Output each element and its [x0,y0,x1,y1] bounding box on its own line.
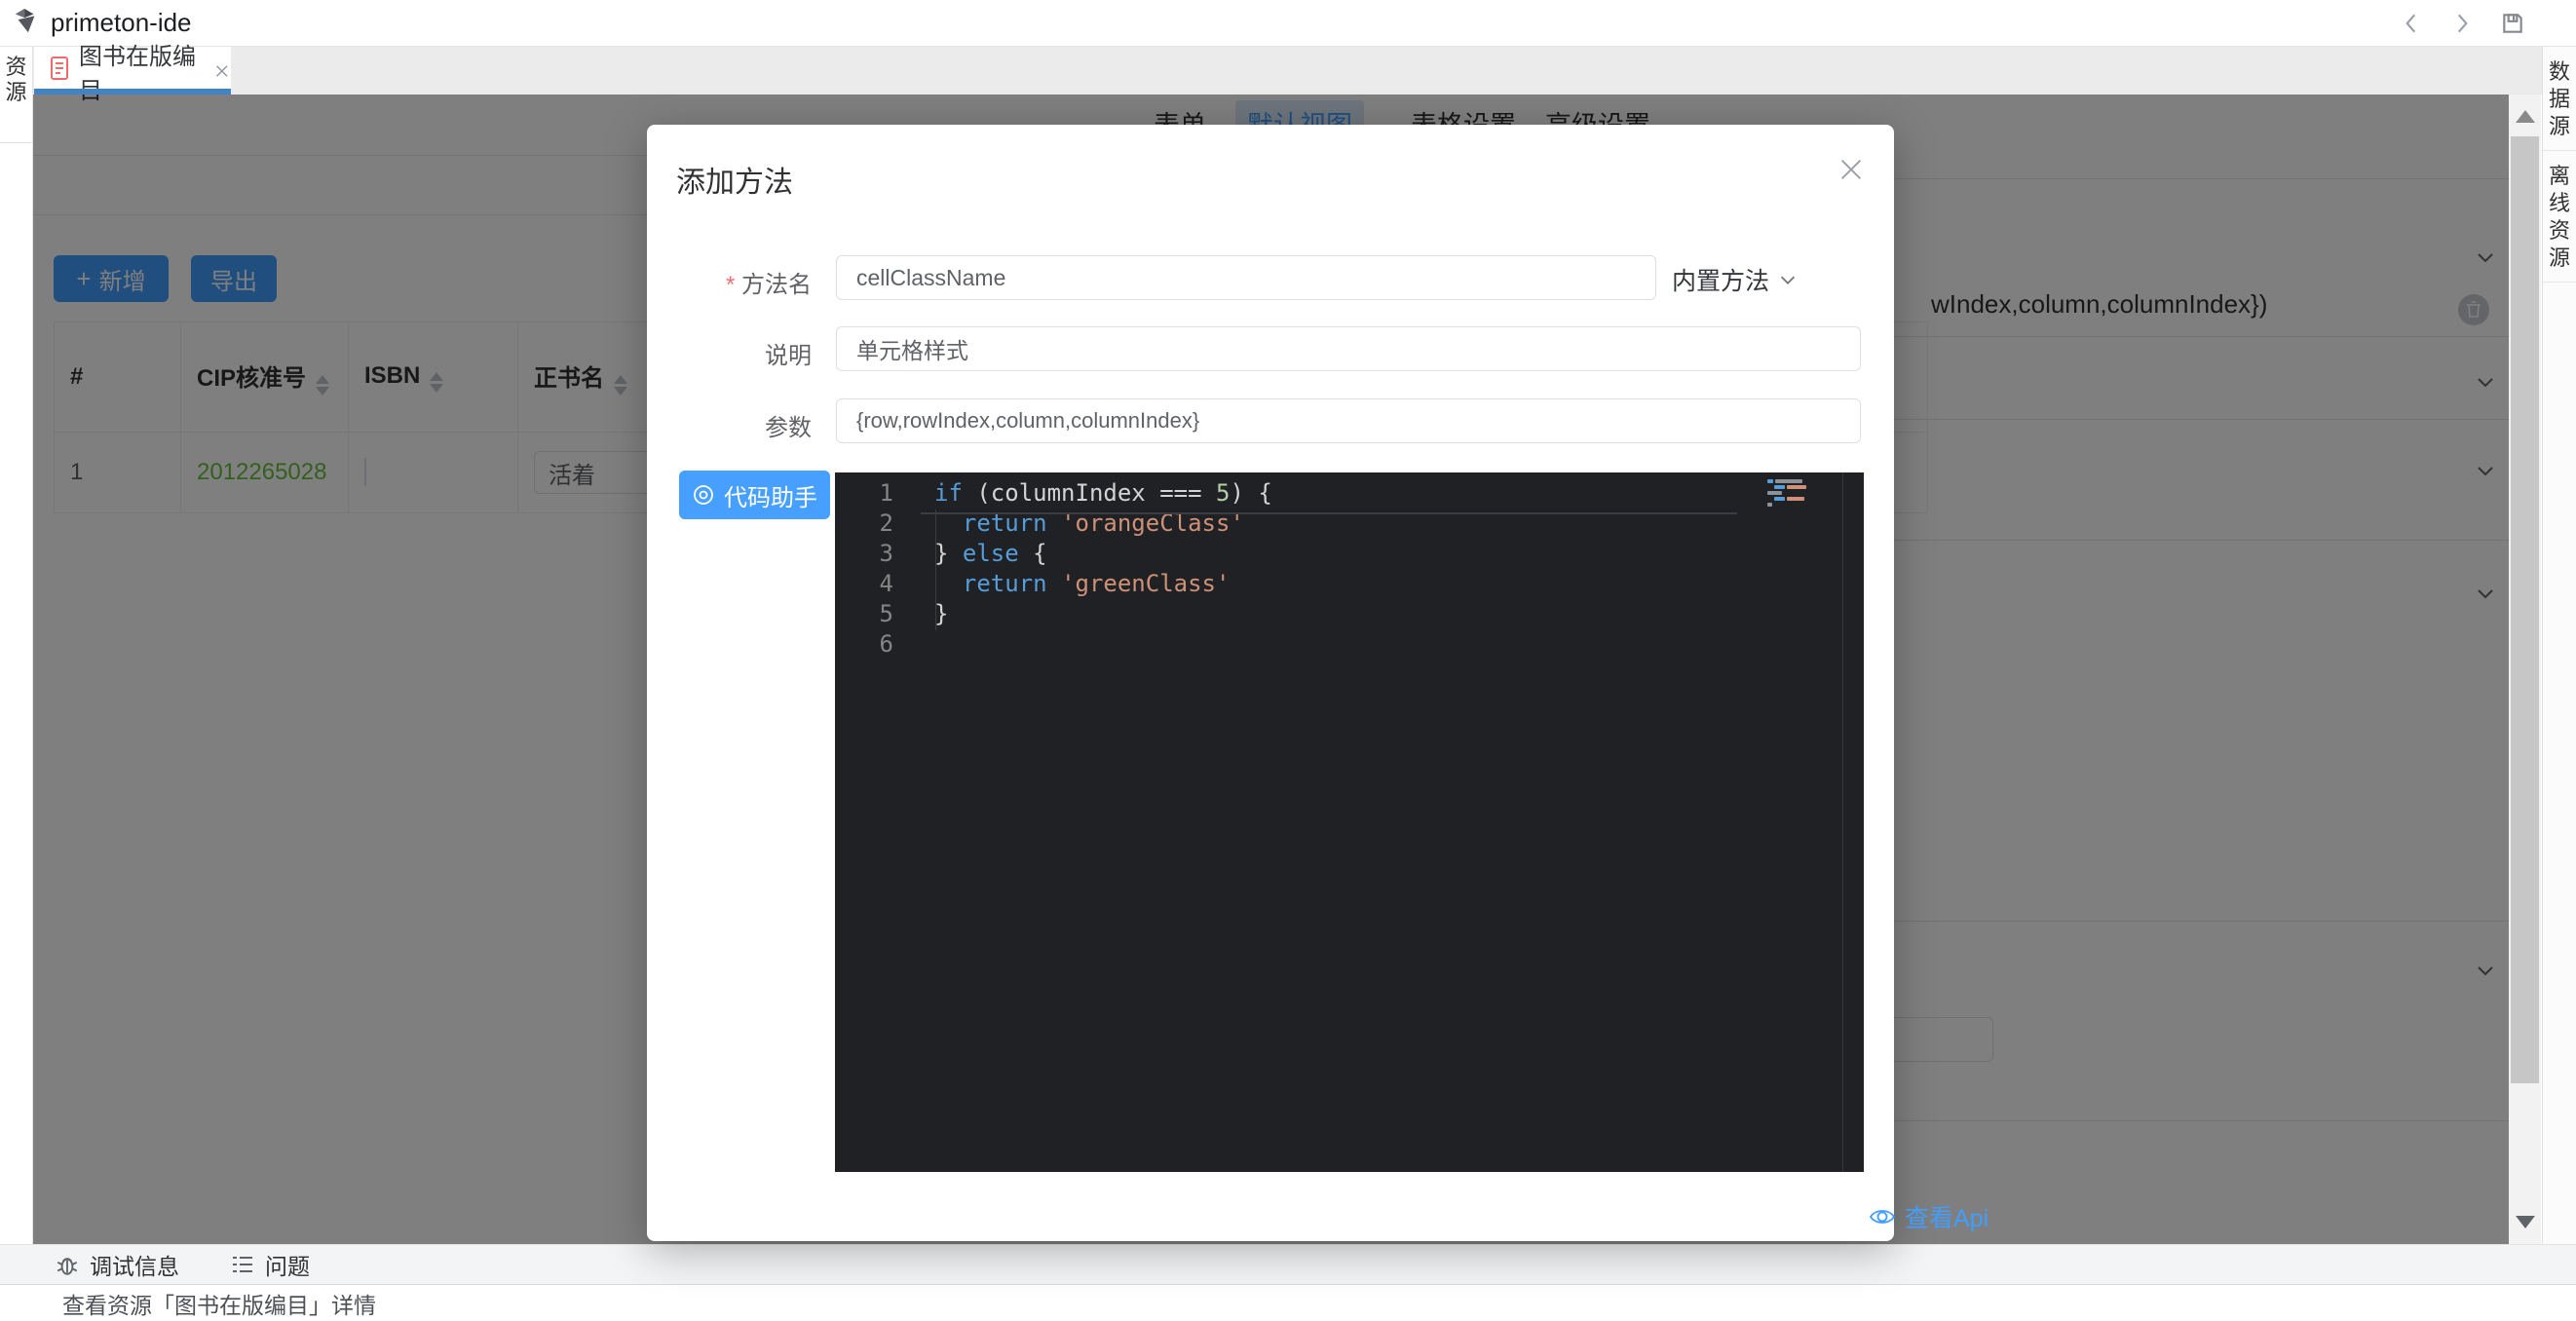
description-input[interactable] [836,326,1861,371]
left-rail: 资源 [0,47,33,1244]
close-icon[interactable] [1837,156,1865,183]
scroll-up-icon[interactable] [2516,110,2535,123]
code-lines[interactable]: 1if (columnIndex === 5) {2 return 'orang… [835,478,1864,660]
chevron-down-icon [1777,269,1799,290]
doc-tab-bar: 图书在版编目 [33,47,2576,94]
debug-info-tab[interactable]: 调试信息 [55,1248,179,1281]
code-assistant-button[interactable]: 代码助手 [679,471,830,519]
code-line[interactable]: 1if (columnIndex === 5) { [835,478,1864,509]
builtin-method-dropdown[interactable]: 内置方法 [1672,262,1799,297]
assistant-icon [692,483,715,507]
back-icon[interactable] [2399,11,2424,36]
sidebar-item-offline-resources[interactable]: 离线资源 [2543,151,2576,283]
tab-book-cip[interactable]: 图书在版编目 [34,47,231,94]
description-label: 说明 [665,336,812,370]
vertical-scrollbar[interactable] [2509,94,2541,1244]
scrollbar-thumb[interactable] [2511,136,2539,1083]
bug-icon [55,1252,80,1277]
add-method-dialog: 添加方法 方法名 内置方法 说明 参数 代码助手 1if (columnInde… [647,125,1894,1241]
right-rail: 数据源 离线资源 [2542,47,2576,1284]
code-line[interactable]: 6 [835,629,1864,660]
save-icon[interactable] [2500,11,2525,36]
eye-icon [1869,1206,1896,1227]
view-api-link[interactable]: 查看Api [1869,1199,1989,1234]
dialog-title: 添加方法 [676,158,793,201]
app-title: primeton-ide [51,8,192,38]
tab-close-icon[interactable] [213,61,231,81]
code-line[interactable]: 4 return 'greenClass' [835,569,1864,599]
title-bar: primeton-ide [0,0,2576,47]
list-icon [230,1253,255,1276]
code-line[interactable]: 3} else { [835,539,1864,569]
document-icon [50,56,69,86]
current-line-border [921,512,1737,514]
sidebar-item-datasource[interactable]: 数据源 [2543,47,2576,151]
titlebar-actions [2399,0,2525,47]
primeton-logo-icon [12,6,41,40]
forward-icon[interactable] [2449,11,2475,36]
problems-tab[interactable]: 问题 [230,1248,310,1281]
minimap[interactable] [1767,479,1812,509]
sidebar-item-resources[interactable]: 资源 [0,47,32,143]
app-window: primeton-ide 资源 图书在版编目 数据源 离线资源 [0,0,2576,1321]
indent-guide [935,510,936,630]
method-name-input[interactable] [836,255,1656,300]
params-input[interactable] [836,398,1861,443]
params-label: 参数 [665,408,812,442]
bottom-panel: 调试信息 问题 [0,1244,2576,1284]
code-line[interactable]: 5} [835,599,1864,629]
code-editor[interactable]: 1if (columnIndex === 5) {2 return 'orang… [835,472,1864,1172]
method-name-label: 方法名 [665,265,812,299]
minimap-separator [1842,472,1843,1172]
status-text: 查看资源「图书在版编目」详情 [62,1287,376,1320]
status-bar: 查看资源「图书在版编目」详情 [0,1284,2576,1321]
scroll-down-icon[interactable] [2516,1216,2535,1228]
